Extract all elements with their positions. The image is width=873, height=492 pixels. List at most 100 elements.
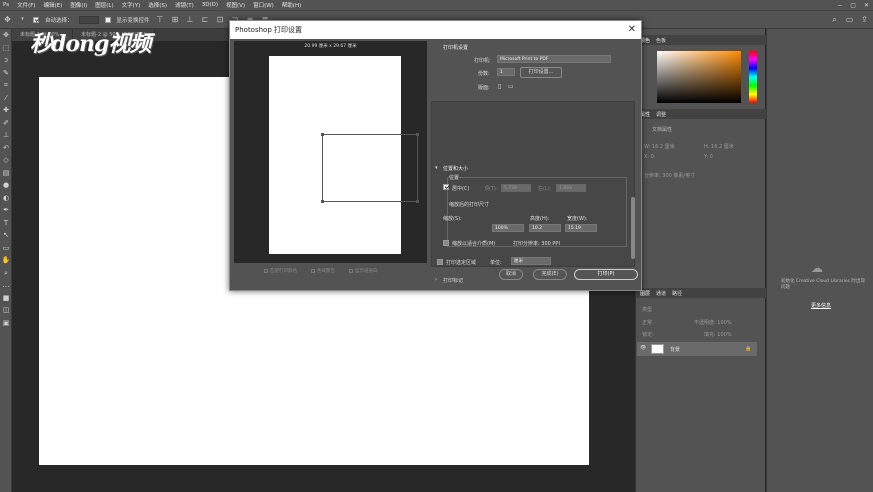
- maximize-icon[interactable]: ▢: [850, 2, 856, 9]
- chevron-down-icon[interactable]: ▾: [435, 165, 438, 171]
- eyedropper-icon[interactable]: ⁄: [0, 92, 12, 105]
- gradient-tool-icon[interactable]: ▤: [0, 167, 12, 180]
- eraser-tool-icon[interactable]: ◇: [0, 154, 12, 167]
- hue-slider[interactable]: [749, 51, 757, 103]
- more-info-link[interactable]: 更多信息: [811, 302, 831, 309]
- tab-paths[interactable]: 路径: [672, 290, 682, 297]
- height-input[interactable]: 10.2: [529, 224, 561, 232]
- type-tool-icon[interactable]: T: [0, 217, 12, 230]
- left-input[interactable]: 1.893: [556, 184, 586, 192]
- color-picker-field[interactable]: [657, 51, 741, 103]
- cancel-button[interactable]: 取消: [499, 269, 523, 280]
- unit-select[interactable]: 厘米: [511, 257, 551, 265]
- libraries-message: 初始化 Creative Cloud Libraries 时出现问题: [781, 279, 865, 290]
- layer-name: 背景: [670, 347, 681, 353]
- tools-panel: ✥ ⬚ ↄ ✎ ⌗ ⁄ ✚ ✐ ⊥ ↶ ◇ ▤ ● ◐ ✒ T ↖ ▭ ✋ ⌕ …: [0, 29, 12, 492]
- portrait-icon[interactable]: ▯: [498, 83, 501, 90]
- menu-edit[interactable]: 编辑(E): [40, 1, 67, 9]
- move-tool-icon[interactable]: ✥: [3, 15, 12, 24]
- done-button[interactable]: 完成(E): [533, 269, 567, 280]
- landscape-icon[interactable]: ▭: [508, 83, 514, 90]
- chevron-right-icon[interactable]: ›: [435, 277, 437, 283]
- tab-swatches[interactable]: 色板: [656, 37, 666, 44]
- screen-mode-icon[interactable]: ▣: [0, 317, 12, 330]
- position-group: [447, 177, 627, 247]
- align-center-icon[interactable]: ⊡: [216, 15, 225, 24]
- scale-fit-checkbox[interactable]: [443, 240, 449, 246]
- top-input[interactable]: 5.739: [501, 184, 531, 192]
- menu-type[interactable]: 文字(Y): [118, 1, 145, 9]
- marquee-tool-icon[interactable]: ⬚: [0, 42, 12, 55]
- shape-tool-icon[interactable]: ▭: [0, 242, 12, 255]
- menu-image[interactable]: 图像(I): [66, 1, 91, 9]
- blend-mode-select[interactable]: 正常: [642, 319, 652, 326]
- crop-tool-icon[interactable]: ⌗: [0, 79, 12, 92]
- history-brush-icon[interactable]: ↶: [0, 142, 12, 155]
- move-tool-icon[interactable]: ✥: [0, 29, 12, 42]
- match-color-option[interactable]: 匹配打印颜色: [264, 268, 297, 274]
- layer-kind-filter[interactable]: 类型: [642, 306, 652, 313]
- print-area-box[interactable]: [321, 133, 419, 203]
- align-bottom-icon[interactable]: ⊥: [186, 15, 195, 24]
- lasso-tool-icon[interactable]: ↄ: [0, 54, 12, 67]
- layout-label: 版面:: [478, 85, 490, 91]
- dodge-tool-icon[interactable]: ◐: [0, 192, 12, 205]
- y-readout: Y: 0: [704, 154, 713, 160]
- quick-select-icon[interactable]: ✎: [0, 67, 12, 80]
- window-controls: − ▢ ✕: [837, 0, 869, 10]
- share-icon[interactable]: ⇪: [860, 15, 869, 24]
- path-select-icon[interactable]: ↖: [0, 229, 12, 242]
- color-swatch-icon[interactable]: ■: [0, 292, 12, 305]
- search-icon[interactable]: ⌕: [830, 15, 839, 24]
- paper-white-option[interactable]: 显示纸张白: [349, 268, 378, 274]
- print-selection-checkbox[interactable]: [437, 259, 443, 265]
- center-checkbox[interactable]: [443, 184, 449, 190]
- scale-input[interactable]: 100%: [492, 224, 524, 232]
- menu-filter[interactable]: 滤镜(T): [171, 1, 198, 9]
- align-top-icon[interactable]: ⊤: [156, 15, 165, 24]
- menu-3d[interactable]: 3D(D): [198, 2, 222, 8]
- workspace-icon[interactable]: ▭: [845, 15, 854, 24]
- tab-adjustments[interactable]: 调整: [656, 111, 666, 118]
- tab-channels[interactable]: 通道: [656, 290, 666, 297]
- align-left-icon[interactable]: ⊏: [201, 15, 210, 24]
- menu-view[interactable]: 视图(V): [222, 1, 249, 9]
- menu-file[interactable]: 文件(F): [13, 1, 39, 9]
- ps-logo-icon[interactable]: Ps: [0, 2, 13, 8]
- menu-layer[interactable]: 图层(L): [91, 1, 117, 9]
- scrollbar[interactable]: [631, 197, 635, 259]
- stamp-tool-icon[interactable]: ⊥: [0, 129, 12, 142]
- copies-label: 份数:: [478, 71, 490, 77]
- width-readout: W: 16.2 厘米: [644, 144, 675, 150]
- blur-tool-icon[interactable]: ●: [0, 179, 12, 192]
- close-window-icon[interactable]: ✕: [864, 2, 869, 9]
- auto-select-dropdown[interactable]: [78, 15, 99, 24]
- chevron-down-icon[interactable]: ▾: [18, 15, 27, 24]
- auto-select-checkbox[interactable]: [33, 16, 39, 23]
- gamut-warning-option[interactable]: 色域警告: [311, 268, 335, 274]
- menu-select[interactable]: 选择(S): [144, 1, 171, 9]
- healing-brush-icon[interactable]: ✚: [0, 104, 12, 117]
- width-input[interactable]: 15.19: [565, 224, 597, 232]
- pen-tool-icon[interactable]: ✒: [0, 204, 12, 217]
- print-preview: [234, 41, 427, 263]
- opacity-field[interactable]: 不透明度: 100%: [694, 319, 732, 326]
- print-button[interactable]: 打印(P): [574, 269, 638, 280]
- quick-mask-icon[interactable]: ◫: [0, 304, 12, 317]
- print-settings-button[interactable]: 打印设置...: [520, 67, 562, 78]
- menu-help[interactable]: 帮助(H): [278, 1, 305, 9]
- brush-tool-icon[interactable]: ✐: [0, 117, 12, 130]
- align-middle-icon[interactable]: ⊞: [171, 15, 180, 24]
- copies-input[interactable]: 1: [497, 68, 515, 76]
- more-tools-icon[interactable]: …: [0, 279, 12, 292]
- dialog-body: 20.99 厘米 x 29.67 厘米 匹配打印颜色 色域警告 显示纸张白 打印…: [230, 39, 641, 290]
- show-transform-checkbox[interactable]: [104, 16, 111, 23]
- eye-icon[interactable]: 👁: [640, 345, 646, 351]
- fill-field[interactable]: 填充: 100%: [704, 331, 732, 338]
- printer-select[interactable]: Microsoft Print to PDF: [497, 55, 611, 63]
- menu-window[interactable]: 窗口(W): [249, 1, 278, 9]
- hand-tool-icon[interactable]: ✋: [0, 254, 12, 267]
- close-icon[interactable]: ✕: [628, 21, 636, 38]
- minimize-icon[interactable]: −: [837, 2, 842, 9]
- zoom-tool-icon[interactable]: ⌕: [0, 267, 12, 280]
